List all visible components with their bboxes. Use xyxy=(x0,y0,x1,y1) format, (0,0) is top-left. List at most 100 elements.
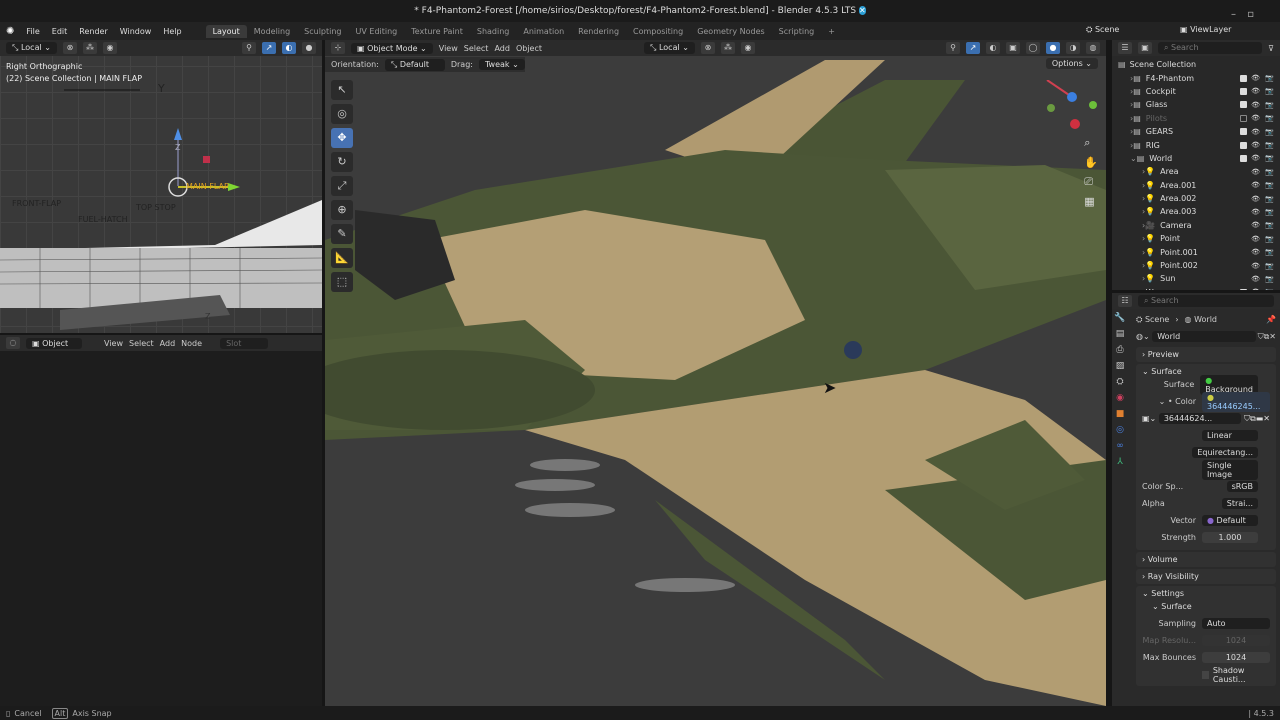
main-3d-viewport[interactable]: ⊹ ▣ Object Mode ⌄ View Select Add Object… xyxy=(325,40,1106,706)
menu-add[interactable]: Add xyxy=(494,44,510,53)
pin-icon[interactable]: 📌 xyxy=(1266,315,1276,324)
render-camera-icon[interactable]: 📷 xyxy=(1265,262,1274,270)
menu-object[interactable]: Object xyxy=(516,44,542,53)
tab-compositing[interactable]: Compositing xyxy=(626,25,690,38)
visibility-eye-icon[interactable]: 👁 xyxy=(1251,181,1260,189)
render-camera-icon[interactable]: 📷 xyxy=(1265,248,1274,256)
menu-node[interactable]: Node xyxy=(181,339,202,348)
proportional-edit-icon[interactable]: ◉ xyxy=(740,42,755,54)
color-input-field[interactable]: ● 364446245... xyxy=(1202,391,1270,412)
visibility-eye-icon[interactable]: 👁 xyxy=(1251,101,1260,109)
options-dropdown[interactable]: Options ⌄ xyxy=(1045,58,1098,69)
visibility-eye-icon[interactable]: 👁 xyxy=(1251,262,1260,270)
exclude-checkbox[interactable] xyxy=(1240,87,1247,95)
menu-select[interactable]: Select xyxy=(129,339,154,348)
tab-rendering[interactable]: Rendering xyxy=(571,25,626,38)
select-tool-icon[interactable]: ↖ xyxy=(331,80,353,100)
solid-shading-icon[interactable]: ● xyxy=(1046,42,1060,54)
outliner-item[interactable]: › ▤ Glass 👁 📷 xyxy=(1112,98,1280,111)
menu-view[interactable]: View xyxy=(439,44,458,53)
menu-file[interactable]: File xyxy=(20,27,45,36)
measure-tool-icon[interactable]: 📐 xyxy=(331,248,353,268)
render-camera-icon[interactable]: 📷 xyxy=(1265,154,1274,162)
add-workspace-button[interactable]: + xyxy=(821,25,842,38)
exclude-checkbox[interactable] xyxy=(1240,128,1247,136)
expand-chevron-icon[interactable]: ⌄ xyxy=(1130,154,1137,163)
menu-window[interactable]: Window xyxy=(114,27,158,36)
scene-selector[interactable]: ⛭ Scene xyxy=(1086,25,1119,35)
visibility-eye-icon[interactable]: 👁 xyxy=(1251,195,1260,203)
outliner-item[interactable]: › 💡 Point.002 👁 📷 xyxy=(1112,259,1280,272)
close-button[interactable]: ✕ xyxy=(859,6,866,15)
render-camera-icon[interactable]: 📷 xyxy=(1265,87,1274,95)
settings-surface-header[interactable]: ⌄ Surface xyxy=(1142,602,1270,611)
outliner-item[interactable]: › ▤ GEARS 👁 📷 xyxy=(1112,125,1280,138)
outliner-item[interactable]: › 💡 Point.001 👁 📷 xyxy=(1112,245,1280,258)
outliner-item[interactable]: › 💡 Area.001 👁 📷 xyxy=(1112,179,1280,192)
settings-header[interactable]: ⌄ Settings xyxy=(1142,589,1270,598)
visibility-eye-icon[interactable]: 👁 xyxy=(1251,154,1260,162)
annotate-tool-icon[interactable]: ✎ xyxy=(331,224,353,244)
render-camera-icon[interactable]: 📷 xyxy=(1265,195,1274,203)
add-cube-tool-icon[interactable]: ⬚ xyxy=(331,272,353,292)
outliner-item[interactable]: › 🎥 Camera 👁 📷 xyxy=(1112,219,1280,232)
menu-select[interactable]: Select xyxy=(464,44,489,53)
exclude-checkbox[interactable] xyxy=(1240,114,1247,122)
outliner-item[interactable]: › 💡 Sun 👁 📷 xyxy=(1112,272,1280,285)
world-tab-icon[interactable]: ◉ xyxy=(1116,393,1124,403)
map-resolution-field[interactable]: 1024 xyxy=(1202,635,1270,646)
navigation-gizmo[interactable] xyxy=(1035,80,1105,140)
render-tab-icon[interactable]: ▤ xyxy=(1116,329,1125,339)
render-camera-icon[interactable]: 📷 xyxy=(1265,128,1274,136)
visibility-eye-icon[interactable]: 👁 xyxy=(1251,248,1260,256)
colorspace-dropdown[interactable]: sRGB xyxy=(1226,481,1258,492)
perspective-grid-icon[interactable]: ▦ xyxy=(1084,195,1098,208)
outliner-item[interactable]: › 💡 Area 👁 📷 xyxy=(1112,165,1280,178)
exclude-checkbox[interactable] xyxy=(1240,74,1247,82)
viewlayer-selector[interactable]: ▣ ViewLayer xyxy=(1180,25,1231,34)
sampling-dropdown[interactable]: Auto xyxy=(1202,618,1270,629)
outliner-item[interactable]: › ▤ RIG 👁 📷 xyxy=(1112,138,1280,151)
render-camera-icon[interactable]: 📷 xyxy=(1265,168,1274,176)
shadow-caustics-checkbox[interactable] xyxy=(1202,670,1209,679)
zoom-icon[interactable]: ⌕ xyxy=(1084,136,1098,150)
editor-type-icon[interactable]: ◌ xyxy=(6,337,20,349)
visibility-eye-icon[interactable]: 👁 xyxy=(1251,221,1260,229)
menu-edit[interactable]: Edit xyxy=(46,27,74,36)
snap-icon[interactable]: ⁂ xyxy=(720,42,735,54)
alpha-dropdown[interactable]: Strai... xyxy=(1221,498,1258,509)
render-camera-icon[interactable]: 📷 xyxy=(1265,141,1274,149)
render-camera-icon[interactable]: 📷 xyxy=(1265,208,1274,216)
wireframe-shading-icon[interactable]: ◯ xyxy=(1026,42,1040,54)
image-name-field[interactable]: 36444624... xyxy=(1158,413,1242,424)
preview-panel[interactable]: › Preview xyxy=(1136,347,1276,362)
outliner-item[interactable]: › ▤Weapons👁📷 xyxy=(1112,286,1280,290)
pivot-icon[interactable]: ⊗ xyxy=(700,42,715,54)
view-layer-tab-icon[interactable]: ▨ xyxy=(1116,361,1125,371)
exclude-checkbox[interactable] xyxy=(1240,288,1247,290)
visibility-icon[interactable]: ⚲ xyxy=(946,42,960,54)
object-tab-icon[interactable]: ■ xyxy=(1116,409,1125,419)
visibility-eye-icon[interactable]: 👁 xyxy=(1251,168,1260,176)
output-tab-icon[interactable]: ⎙ xyxy=(1116,345,1123,355)
tab-sculpting[interactable]: Sculpting xyxy=(297,25,348,38)
properties-search[interactable]: ⌕ Search xyxy=(1138,295,1274,307)
transform-tool-icon[interactable]: ⊕ xyxy=(331,200,353,220)
ray-visibility-panel[interactable]: › Ray Visibility xyxy=(1136,569,1276,584)
rendered-shading-icon[interactable]: ◍ xyxy=(1086,42,1100,54)
outliner-item[interactable]: › ▤ F4-Phantom 👁 📷 xyxy=(1112,71,1280,84)
visibility-eye-icon[interactable]: 👁 xyxy=(1251,235,1260,243)
move-tool-icon[interactable]: ✥ xyxy=(331,128,353,148)
visibility-eye-icon[interactable]: 👁 xyxy=(1251,74,1260,82)
filter-icon[interactable]: ⊽ xyxy=(1268,44,1274,53)
tab-shading[interactable]: Shading xyxy=(470,25,517,38)
exclude-checkbox[interactable] xyxy=(1240,154,1247,162)
source-dropdown[interactable]: Single Image xyxy=(1202,459,1258,480)
editor-type-icon[interactable]: ☷ xyxy=(1118,295,1132,307)
render-camera-icon[interactable]: 📷 xyxy=(1265,181,1274,189)
editor-type-icon[interactable]: ⊹ xyxy=(331,42,345,54)
render-camera-icon[interactable]: 📷 xyxy=(1265,288,1274,290)
menu-view[interactable]: View xyxy=(104,339,123,348)
scene-tab-icon[interactable]: ⛭ xyxy=(1116,377,1123,387)
camera-view-icon[interactable]: ⎚ xyxy=(1084,175,1098,189)
